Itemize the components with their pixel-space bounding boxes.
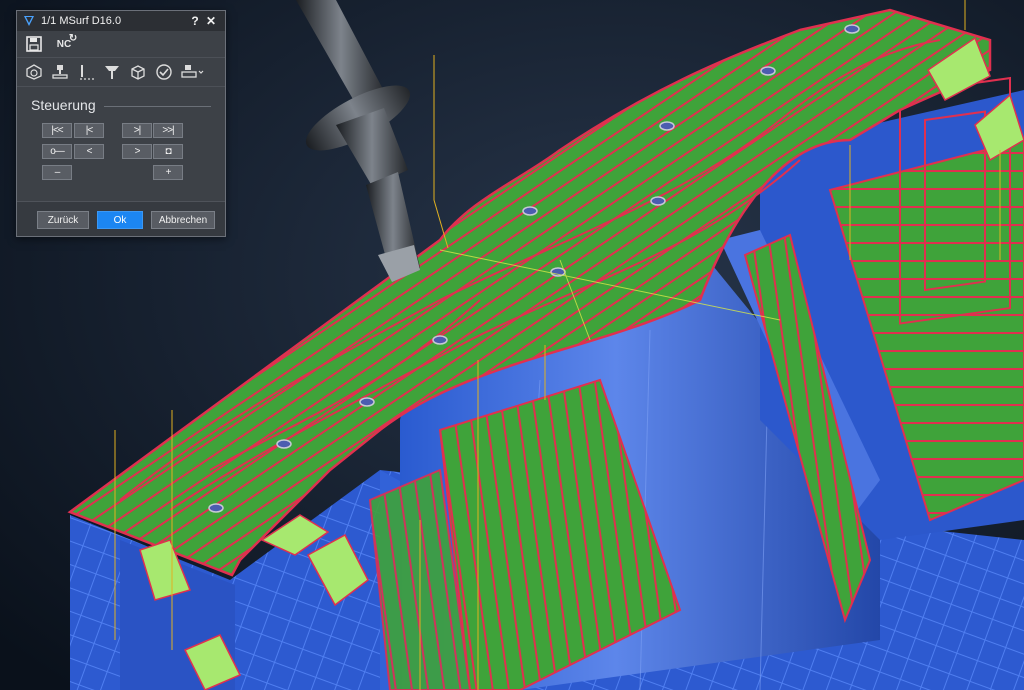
spindle-icon[interactable]	[101, 61, 123, 83]
dialog-footer: Zurück Ok Abbrechen	[17, 201, 225, 236]
close-button[interactable]: ✕	[203, 14, 219, 28]
toolbar-top: NC ↻	[17, 31, 225, 58]
stock-cube-icon[interactable]	[127, 61, 149, 83]
msurf-dialog: 1/1 MSurf D16.0 ? ✕ NC ↻ Steuerung |<< |…	[16, 10, 226, 237]
part-view-icon[interactable]	[23, 61, 45, 83]
step-forward-button[interactable]: >|	[122, 123, 152, 138]
back-button[interactable]: Zurück	[37, 211, 89, 229]
app-logo-icon	[23, 15, 35, 27]
step-back-button[interactable]: |<	[74, 123, 104, 138]
toolbar-tools	[17, 58, 225, 87]
fixture-dropdown-icon[interactable]	[179, 61, 207, 83]
check-icon[interactable]	[153, 61, 175, 83]
save-icon[interactable]	[23, 33, 45, 55]
help-button[interactable]: ?	[187, 14, 203, 28]
play-backward-button[interactable]: <	[74, 144, 104, 159]
playback-controls: |<< |< >| >>| o— < > ◘ – +	[31, 123, 211, 187]
steuerung-label: Steuerung	[31, 97, 96, 113]
tool-depth-icon[interactable]	[75, 61, 97, 83]
cancel-button[interactable]: Abbrechen	[151, 211, 215, 229]
set-stop-marker-button[interactable]: o—	[42, 144, 72, 159]
nc-export-button[interactable]: NC ↻	[53, 32, 78, 55]
speed-decrease-button[interactable]: –	[42, 165, 72, 180]
dialog-title: 1/1 MSurf D16.0	[41, 15, 122, 27]
jump-last-button[interactable]: >>|	[153, 123, 183, 138]
stop-button[interactable]: ◘	[153, 144, 183, 159]
group-divider	[103, 105, 211, 107]
ok-button[interactable]: Ok	[97, 211, 143, 229]
dialog-titlebar[interactable]: 1/1 MSurf D16.0 ? ✕	[17, 11, 225, 31]
refresh-arrow-icon: ↻	[68, 32, 78, 44]
play-forward-button[interactable]: >	[122, 144, 152, 159]
steuerung-group: Steuerung |<< |< >| >>| o— < > ◘ – +	[17, 87, 225, 187]
speed-increase-button[interactable]: +	[153, 165, 183, 180]
nc-label: NC ↻	[56, 32, 78, 50]
machine-icon[interactable]	[49, 61, 71, 83]
jump-first-button[interactable]: |<<	[42, 123, 72, 138]
